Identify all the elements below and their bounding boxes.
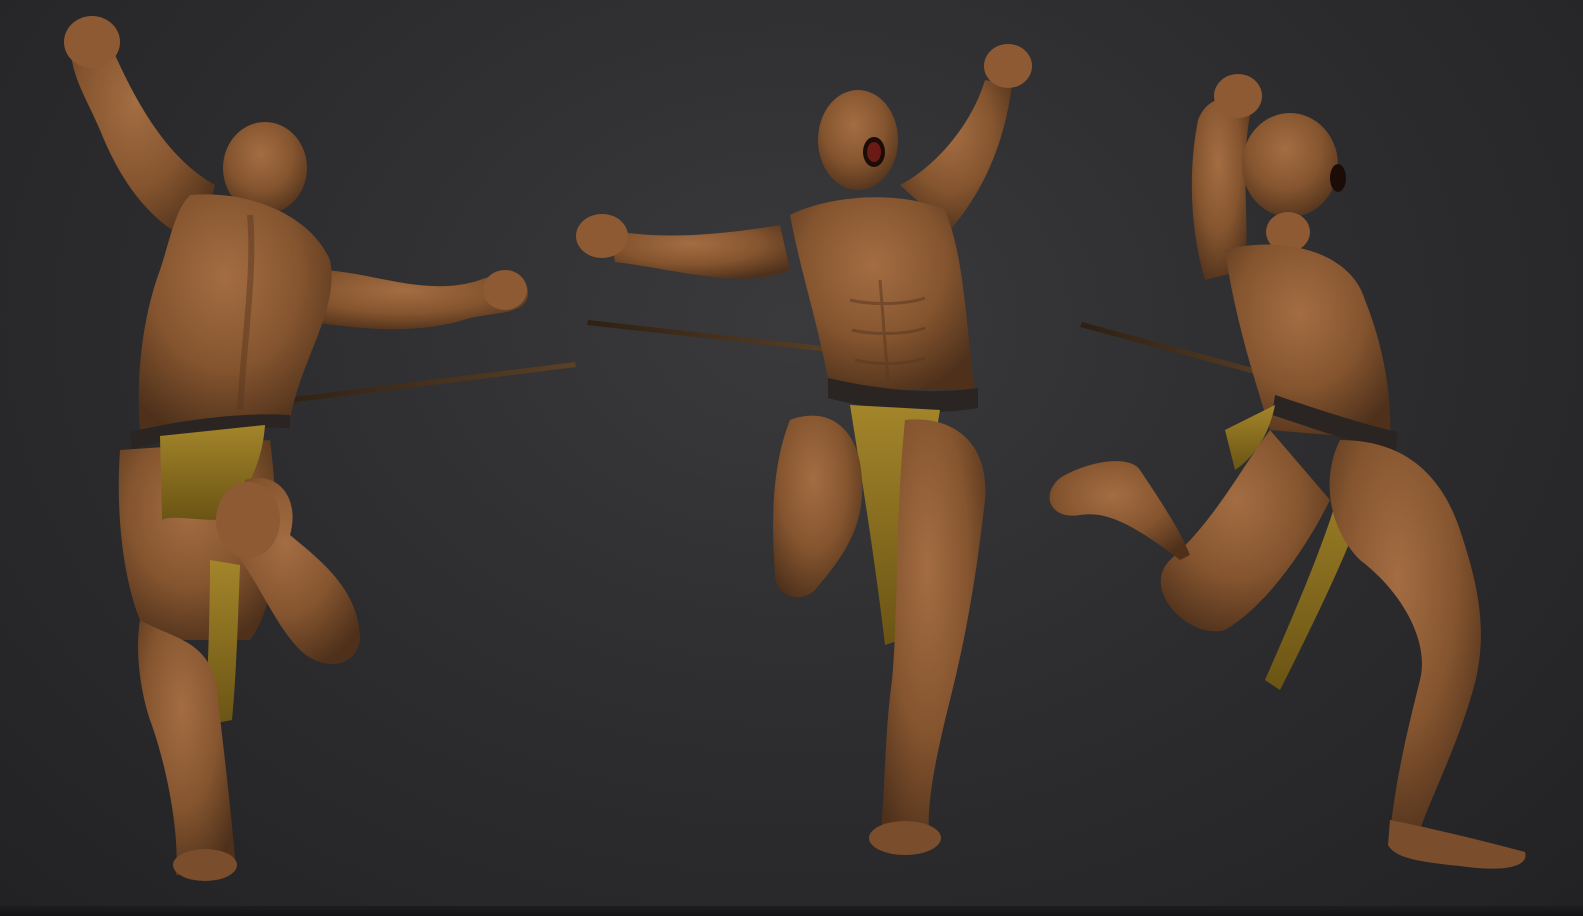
figure-side-view bbox=[1049, 74, 1526, 869]
render-viewport bbox=[0, 0, 1583, 916]
sculpt-render-scene bbox=[64, 16, 1526, 881]
figure-front-view bbox=[576, 44, 1032, 855]
figure-back-view bbox=[64, 16, 576, 881]
